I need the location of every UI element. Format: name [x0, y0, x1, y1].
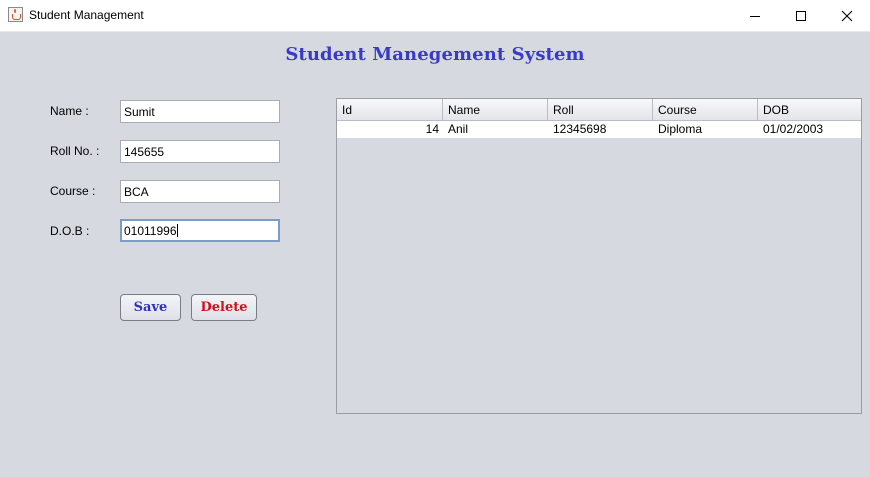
course-label: Course : [50, 184, 96, 198]
cell-id: 14 [425, 122, 439, 136]
delete-button[interactable]: Delete [191, 294, 257, 321]
roll-label: Roll No. : [50, 144, 100, 158]
maximize-button[interactable] [778, 0, 824, 31]
column-header-course[interactable]: Course [653, 99, 758, 121]
column-header-id[interactable]: Id [337, 99, 443, 121]
dob-label: D.O.B : [50, 224, 90, 238]
minimize-icon [750, 15, 760, 17]
column-header-dob[interactable]: DOB [758, 99, 861, 121]
page-title: Student Manegement System [285, 44, 585, 65]
main-panel: Student Manegement System Name : Sumit R… [0, 32, 870, 477]
students-table[interactable]: Id Name Roll Course DOB 14 Anil 12345698… [336, 98, 862, 414]
cell-course: Diploma [658, 122, 703, 136]
table-header: Id Name Roll Course DOB [337, 99, 861, 121]
minimize-button[interactable] [732, 0, 778, 31]
name-label: Name : [50, 104, 89, 118]
cell-roll: 12345698 [553, 122, 607, 136]
close-icon [841, 10, 853, 21]
column-header-roll[interactable]: Roll [548, 99, 653, 121]
column-header-name[interactable]: Name [443, 99, 548, 121]
text-caret [176, 224, 178, 237]
dob-value: 01011996 [124, 224, 177, 238]
roll-field[interactable]: 145655 [120, 140, 280, 163]
cell-name: Anil [448, 122, 469, 136]
maximize-icon [796, 10, 806, 21]
name-field[interactable]: Sumit [120, 100, 280, 123]
close-button[interactable] [824, 0, 870, 31]
table-row[interactable]: 14 Anil 12345698 Diploma 01/02/2003 [337, 121, 861, 138]
save-button[interactable]: Save [120, 294, 181, 321]
cell-dob: 01/02/2003 [763, 122, 824, 136]
java-app-icon [8, 7, 23, 22]
window-title: Student Management [29, 8, 144, 22]
course-field[interactable]: BCA [120, 180, 280, 203]
dob-field[interactable]: 01011996 [120, 219, 280, 242]
title-bar: Student Management [0, 0, 870, 32]
